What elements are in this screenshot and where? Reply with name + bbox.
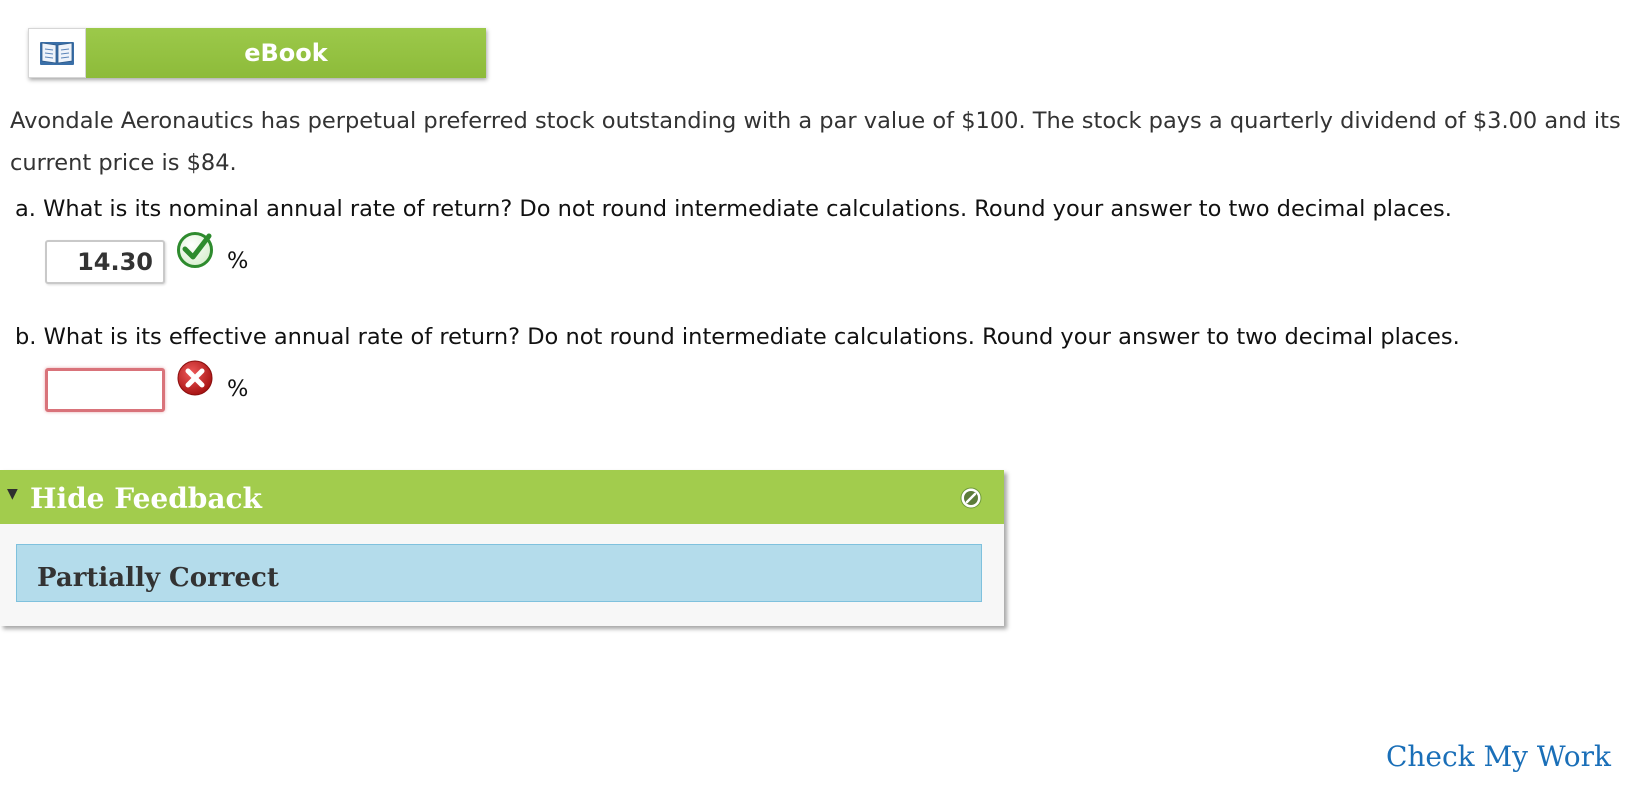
question-b-prompt: b. What is its effective annual rate of … [15,324,1460,350]
feedback-status: Partially Correct [37,563,279,593]
question-b-answer-input[interactable] [45,368,165,412]
hide-feedback-label: Hide Feedback [30,482,262,515]
check-my-work-link[interactable]: Check My Work [1386,740,1611,773]
open-book-icon [28,28,86,78]
question-b-unit: % [227,376,249,402]
problem-statement: Avondale Aeronautics has perpetual prefe… [10,108,1621,176]
ebook-label: eBook [86,28,486,78]
triangle-down-icon: ▼ [7,486,18,502]
hide-feedback-toggle[interactable]: ▼ Hide Feedback [0,470,1004,524]
ebook-button[interactable]: eBook [28,28,486,78]
green-checkmark-icon [175,230,215,270]
question-a-unit: % [227,248,249,274]
feedback-status-box: Partially Correct [16,544,982,602]
question-a-prompt: a. What is its nominal annual rate of re… [15,196,1452,222]
feedback-panel: ▼ Hide Feedback Partially Correct [0,470,1004,626]
question-a-answer-input[interactable] [45,240,165,284]
red-x-icon [175,358,215,398]
pin-icon[interactable] [960,487,982,509]
